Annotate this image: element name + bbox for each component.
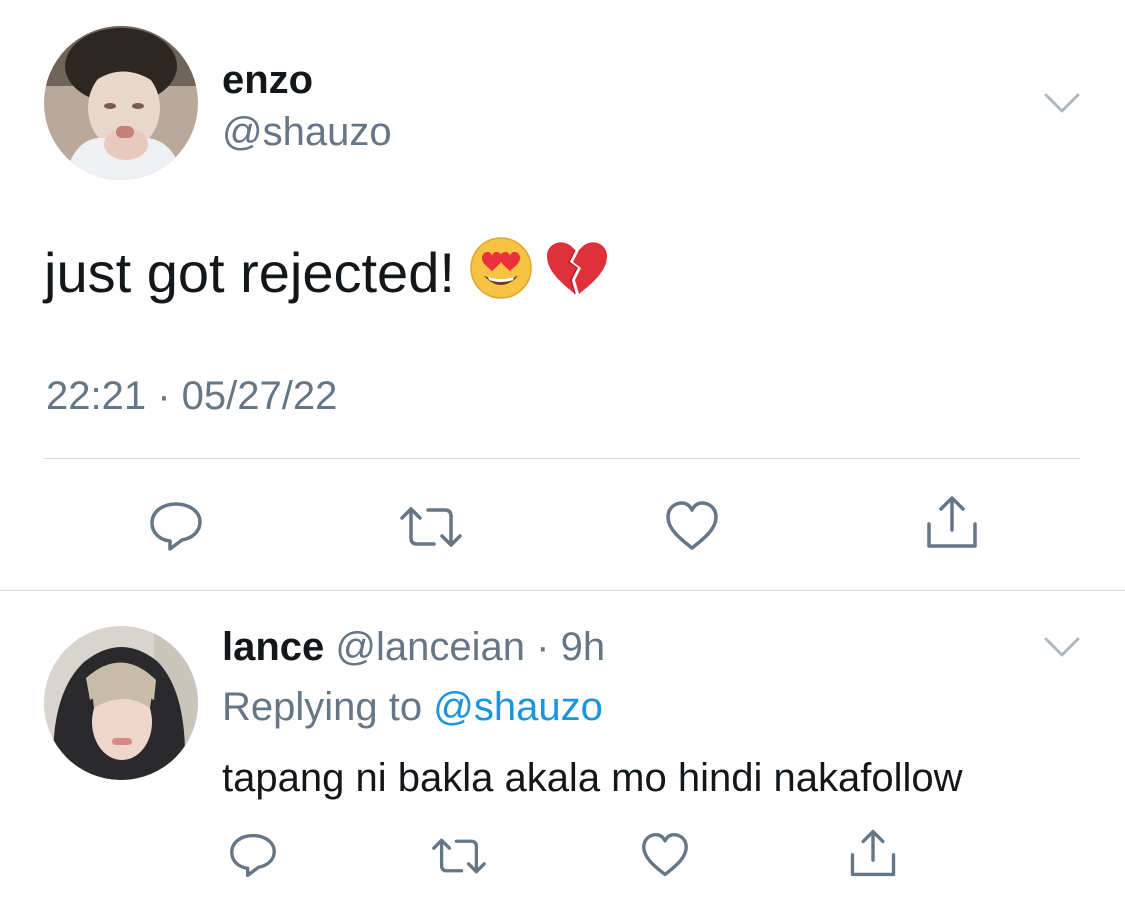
reply-text: tapang ni bakla akala mo hindi nakafollo… xyxy=(222,756,963,800)
like-icon[interactable] xyxy=(640,832,690,878)
broken-heart-emoji-icon xyxy=(545,236,609,314)
divider xyxy=(44,458,1080,459)
tweet-timestamp[interactable]: 22:21 · 05/27/22 xyxy=(46,372,337,420)
chevron-down-icon[interactable] xyxy=(1044,92,1080,114)
reply-time[interactable]: 9h xyxy=(561,625,606,669)
reply-avatar[interactable] xyxy=(44,626,198,780)
reply-icon[interactable] xyxy=(148,500,204,552)
tweet-text: just got rejected! xyxy=(44,236,609,314)
share-icon[interactable] xyxy=(924,494,980,550)
author-avatar[interactable] xyxy=(44,26,198,180)
share-icon[interactable] xyxy=(848,828,898,878)
chevron-down-icon[interactable] xyxy=(1044,636,1080,658)
author-display-name[interactable]: enzo xyxy=(222,56,313,104)
replying-to: Replying to @shauzo xyxy=(222,682,603,732)
tweet-text-content: just got rejected! xyxy=(44,241,455,304)
like-icon[interactable] xyxy=(664,500,720,552)
reply-icon[interactable] xyxy=(228,832,278,878)
reply-header: lance @lanceian · 9h xyxy=(222,622,605,672)
reply-display-name[interactable]: lance xyxy=(222,625,324,669)
heart-eyes-emoji-icon xyxy=(469,236,533,314)
author-handle[interactable]: @shauzo xyxy=(222,108,392,156)
replying-to-label: Replying to xyxy=(222,685,423,729)
replying-to-mention[interactable]: @shauzo xyxy=(433,685,603,729)
divider xyxy=(0,590,1125,591)
reply-handle[interactable]: @lanceian xyxy=(335,625,525,669)
meta-separator: · xyxy=(536,625,550,669)
retweet-icon[interactable] xyxy=(398,504,464,550)
retweet-icon[interactable] xyxy=(430,836,488,876)
